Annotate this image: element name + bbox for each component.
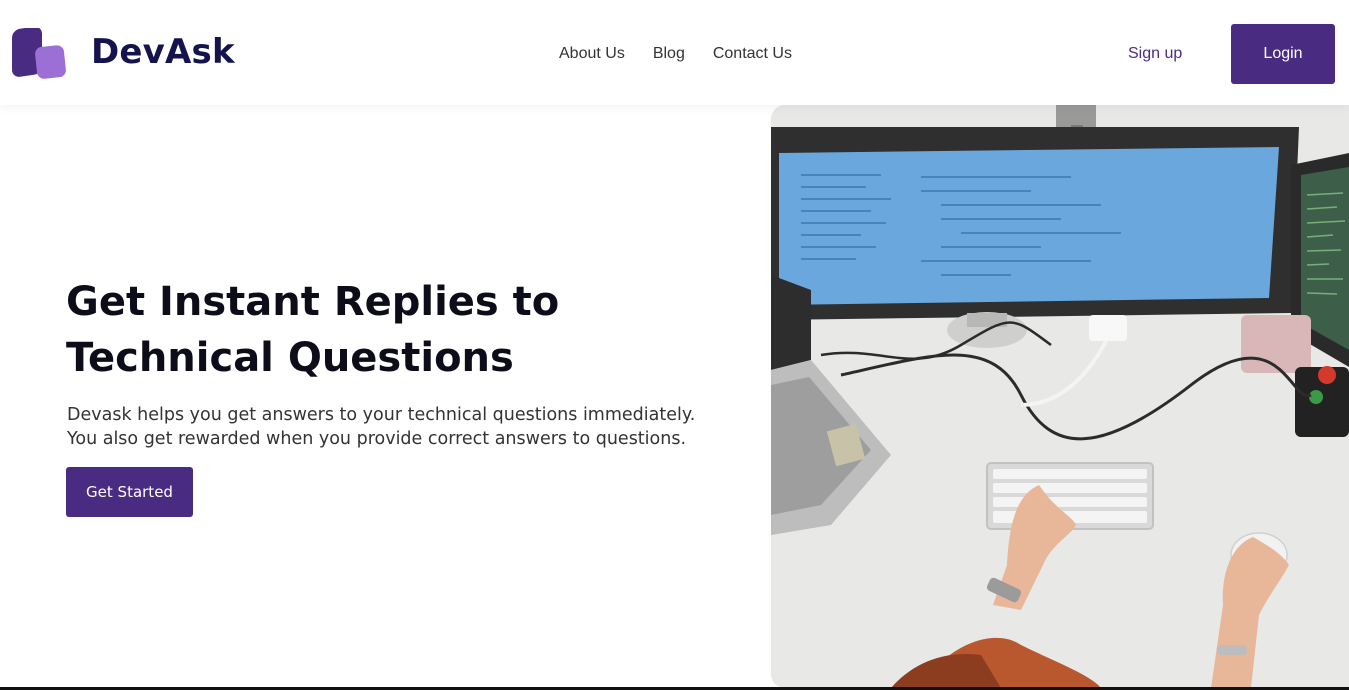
hero-description: Devask helps you get answers to your tec… — [67, 403, 747, 451]
nav-about-us[interactable]: About Us — [559, 44, 625, 64]
devask-logo-icon[interactable] — [11, 28, 67, 80]
desk-workspace-illustration — [771, 105, 1349, 688]
hero-description-line-1: Devask helps you get answers to your tec… — [67, 405, 696, 425]
signup-link[interactable]: Sign up — [1128, 44, 1182, 64]
login-button[interactable]: Login — [1231, 24, 1335, 84]
hero-title: Get Instant Replies to Technical Questio… — [66, 274, 666, 386]
nav-contact-us[interactable]: Contact Us — [713, 44, 792, 64]
main-nav: About Us Blog Contact Us — [559, 44, 792, 64]
hero-title-line-2: Technical Questions — [66, 335, 514, 381]
hero-image — [771, 105, 1349, 688]
navbar: DevAsk About Us Blog Contact Us Sign up … — [0, 0, 1349, 105]
nav-blog[interactable]: Blog — [653, 44, 685, 64]
hero-description-line-2: You also get rewarded when you provide c… — [67, 429, 687, 449]
brand-name[interactable]: DevAsk — [91, 32, 235, 72]
hero-title-line-1: Get Instant Replies to — [66, 279, 560, 325]
get-started-button[interactable]: Get Started — [66, 467, 193, 517]
